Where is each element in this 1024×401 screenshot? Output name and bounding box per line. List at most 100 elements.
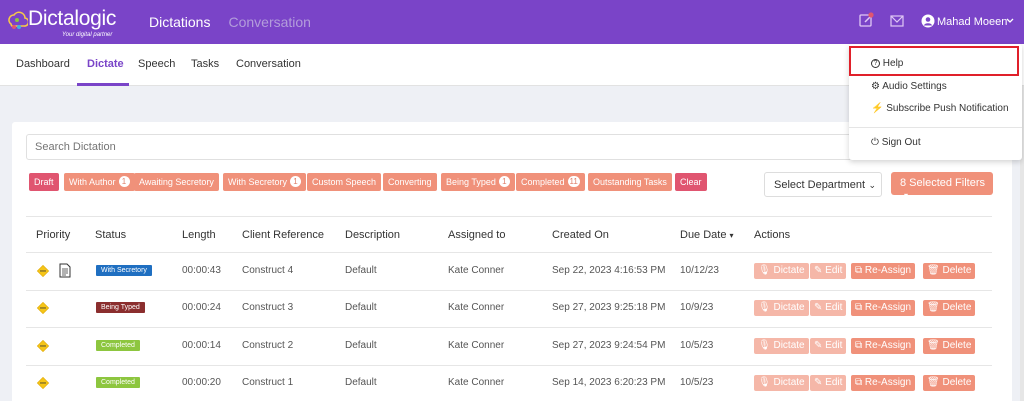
priority-medium-icon [37, 377, 49, 389]
subnav-conversation[interactable]: Conversation [236, 58, 301, 70]
mic-icon: 🎙︎ [758, 265, 771, 276]
search-input[interactable] [26, 134, 856, 160]
department-select[interactable]: Select Department ⌄ [764, 172, 882, 197]
cell-description: Default [345, 265, 377, 276]
delete-button[interactable]: 🗑︎ Delete [923, 375, 976, 391]
filter-chip-converting[interactable]: Converting [383, 173, 437, 191]
row-divider [26, 290, 992, 291]
cell-created-on: Sep 14, 2023 6:20:23 PM [552, 377, 666, 388]
filter-chip-outstanding-tasks[interactable]: Outstanding Tasks [588, 173, 672, 191]
reassign-icon: ⧉ [855, 340, 863, 351]
menu-item-push-notification[interactable]: ⚡ Subscribe Push Notification [871, 103, 1009, 114]
edit-icon: ✎ [814, 302, 823, 313]
filter-chip-with-secretory[interactable]: With Secretory 1 [223, 173, 307, 191]
selected-filters-button[interactable]: 8 Selected Filters ▾ [891, 172, 993, 200]
subnav-tasks[interactable]: Tasks [191, 58, 219, 70]
th-due-date[interactable]: Due Date ▾ [680, 229, 734, 241]
cell-description: Default [345, 302, 377, 313]
cell-due-date: 10/5/23 [680, 340, 714, 351]
th-assigned-to[interactable]: Assigned to [448, 229, 505, 241]
brand-logo-icon [8, 11, 28, 29]
mail-icon[interactable] [890, 15, 904, 27]
brand-logo[interactable]: Dictalogic Your digital partner [6, 6, 136, 38]
cell-length: 00:00:20 [182, 377, 221, 388]
cell-assigned-to: Kate Conner [448, 302, 505, 313]
trash-icon: 🗑︎ [927, 302, 940, 313]
document-icon[interactable] [59, 263, 71, 278]
active-tab-indicator [77, 83, 129, 86]
filter-chip-completed[interactable]: Completed 11 [516, 173, 585, 191]
filter-chip-with-author[interactable]: With Author 1 [64, 173, 135, 191]
department-select-value: Select Department [774, 179, 866, 191]
delete-button[interactable]: 🗑︎ Delete [923, 338, 976, 354]
brand-tagline: Your digital partner [62, 32, 113, 38]
cell-length: 00:00:43 [182, 265, 221, 276]
sort-desc-icon: ▾ [729, 231, 734, 240]
filter-chip-custom-speech[interactable]: Custom Speech [307, 173, 382, 191]
dictate-button[interactable]: 🎙︎ Dictate [754, 338, 809, 354]
filter-chip-draft[interactable]: Draft [29, 173, 59, 191]
chevron-down-icon: ⌄ [868, 180, 876, 190]
menu-divider [849, 127, 1022, 128]
th-status[interactable]: Status [95, 229, 126, 241]
top-nav-conversation[interactable]: Conversation [228, 14, 311, 30]
status-badge: With Secretory [96, 265, 152, 276]
gear-icon: ⚙ [871, 81, 880, 92]
reassign-button[interactable]: ⧉ Re-Assign [851, 338, 916, 354]
cell-client-reference: Construct 3 [242, 302, 294, 313]
user-name[interactable]: Mahad Moeen [937, 16, 1007, 28]
table-header-divider [26, 252, 992, 253]
th-description[interactable]: Description [345, 229, 400, 241]
delete-button[interactable]: 🗑︎ Delete [923, 263, 976, 279]
dictation-card [12, 122, 1012, 401]
mic-icon: 🎙︎ [758, 340, 771, 351]
selected-filters-label: 8 Selected Filters [900, 177, 985, 189]
cell-due-date: 10/12/23 [680, 265, 719, 276]
cell-length: 00:00:14 [182, 340, 221, 351]
chevron-down-icon[interactable] [1006, 18, 1014, 24]
th-length[interactable]: Length [182, 229, 216, 241]
delete-button[interactable]: 🗑︎ Delete [923, 300, 976, 316]
filter-chip-clear[interactable]: Clear [675, 173, 707, 191]
filter-chip-being-typed[interactable]: Being Typed 1 [441, 173, 515, 191]
brand-name: Dictalogic [28, 7, 117, 30]
cell-due-date: 10/5/23 [680, 377, 714, 388]
reassign-icon: ⧉ [855, 302, 863, 313]
menu-item-help[interactable]: ? Help [871, 58, 903, 69]
reassign-button[interactable]: ⧉ Re-Assign [851, 375, 916, 391]
power-icon: ⏻ [871, 137, 879, 148]
edit-button[interactable]: ✎ Edit [810, 375, 847, 391]
cell-description: Default [345, 340, 377, 351]
dictate-button[interactable]: 🎙︎ Dictate [754, 375, 809, 391]
help-circle-icon: ? [871, 58, 880, 68]
cell-description: Default [345, 377, 377, 388]
row-divider [26, 327, 992, 328]
top-nav-dictations[interactable]: Dictations [149, 14, 210, 30]
menu-item-audio-settings[interactable]: ⚙ Audio Settings [871, 81, 947, 92]
reassign-button[interactable]: ⧉ Re-Assign [851, 300, 916, 316]
edit-button[interactable]: ✎ Edit [810, 300, 847, 316]
edit-button[interactable]: ✎ Edit [810, 338, 847, 354]
user-avatar-icon[interactable] [921, 14, 935, 28]
reassign-button[interactable]: ⧉ Re-Assign [851, 263, 916, 279]
cell-created-on: Sep 27, 2023 9:24:54 PM [552, 340, 666, 351]
edit-button[interactable]: ✎ Edit [810, 263, 847, 279]
th-priority[interactable]: Priority [36, 229, 70, 241]
edit-notes-icon[interactable] [858, 12, 874, 28]
dictate-button[interactable]: 🎙︎ Dictate [754, 263, 809, 279]
th-client-reference[interactable]: Client Reference [242, 229, 324, 241]
dictate-button[interactable]: 🎙︎ Dictate [754, 300, 809, 316]
subnav-dictate[interactable]: Dictate [87, 58, 124, 70]
priority-medium-icon [37, 265, 49, 277]
row-divider [26, 365, 992, 366]
th-created-on[interactable]: Created On [552, 229, 609, 241]
status-badge: Being Typed [96, 302, 145, 313]
edit-icon: ✎ [814, 340, 823, 351]
menu-item-sign-out[interactable]: ⏻ Sign Out [871, 137, 921, 148]
cell-created-on: Sep 22, 2023 4:16:53 PM [552, 265, 666, 276]
cell-client-reference: Construct 2 [242, 340, 294, 351]
filter-chip-awaiting-secretory[interactable]: Awaiting Secretory [134, 173, 219, 191]
subnav-speech[interactable]: Speech [138, 58, 175, 70]
cell-created-on: Sep 27, 2023 9:25:18 PM [552, 302, 666, 313]
subnav-dashboard[interactable]: Dashboard [16, 58, 70, 70]
